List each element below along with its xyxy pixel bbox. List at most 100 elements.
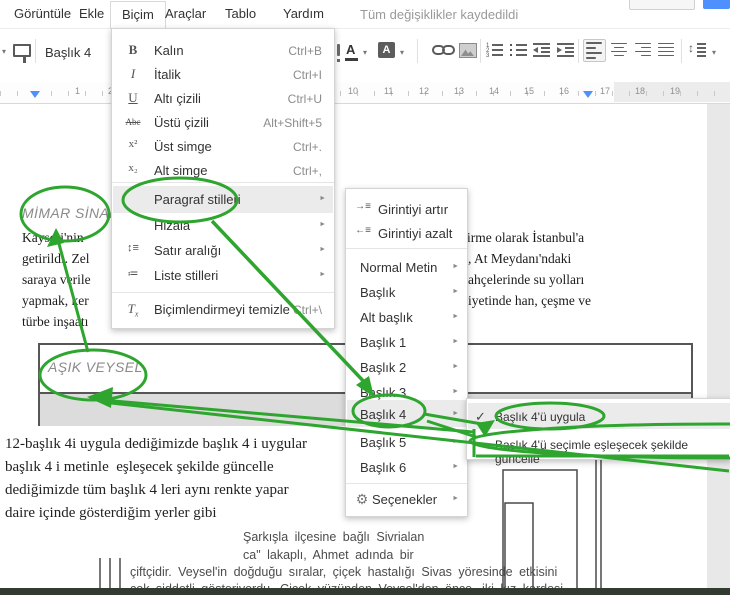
share-button[interactable] bbox=[703, 0, 730, 9]
ruler-number: 1 bbox=[75, 86, 81, 96]
format-menu: B Kalın Ctrl+B I İtalik Ctrl+I U Altı çi… bbox=[111, 28, 335, 329]
submenu-arrow-icon: ► bbox=[452, 263, 459, 270]
menu-item-baslik-5[interactable]: Başlık 5 ► bbox=[346, 432, 467, 454]
partial-icon-dot bbox=[337, 59, 340, 62]
comments-button[interactable] bbox=[629, 0, 695, 10]
menu-separator bbox=[112, 182, 334, 183]
menu-item-alt-simge[interactable]: x₂ Alt simge Ctrl+, bbox=[112, 160, 334, 182]
highlight-color-icon[interactable]: A bbox=[378, 42, 395, 58]
link-icon[interactable] bbox=[432, 45, 455, 55]
submenu-arrow-icon: ► bbox=[452, 463, 459, 470]
ruler-number: 16 bbox=[559, 86, 570, 96]
bulleted-list-icon[interactable] bbox=[510, 42, 527, 57]
submenu-arrow-icon: ► bbox=[452, 338, 459, 345]
menu-separator bbox=[346, 248, 467, 249]
menu-item-baslik4-uygula[interactable]: ✓ Başlık 4'ü uygula bbox=[467, 407, 730, 429]
image-icon[interactable] bbox=[459, 43, 477, 58]
ruler-number: 13 bbox=[454, 86, 465, 96]
menu-item-alti-cizili[interactable]: U Altı çizili Ctrl+U bbox=[112, 88, 334, 110]
menu-item-satir-araligi[interactable]: ↕≡ Satır aralığı ► bbox=[112, 240, 334, 262]
menu-goruntule[interactable]: Görüntüle bbox=[14, 6, 71, 21]
submenu-arrow-icon: ► bbox=[452, 410, 459, 417]
ruler-number: 15 bbox=[524, 86, 535, 96]
menu-item-baslik-3[interactable]: Başlık 3 ► bbox=[346, 382, 467, 404]
submenu-arrow-icon: ► bbox=[319, 195, 326, 202]
toolbar-separator bbox=[578, 39, 579, 63]
submenu-arrow-icon: ► bbox=[452, 495, 459, 502]
menu-item-paragraf-stilleri[interactable]: Paragraf stilleri ► bbox=[112, 189, 334, 211]
menu-separator bbox=[346, 483, 467, 484]
align-left-icon[interactable] bbox=[583, 39, 606, 62]
clear-formatting-icon: Tx bbox=[127, 301, 139, 319]
align-justify-icon[interactable] bbox=[658, 41, 675, 58]
align-center-icon[interactable] bbox=[610, 41, 627, 58]
menu-item-girintiyi-artir[interactable]: →≡ Girintiyi artır bbox=[346, 199, 467, 221]
align-right-icon[interactable] bbox=[634, 41, 651, 58]
menu-item-bicimlendirmeyi-temizle[interactable]: Tx Biçimlendirmeyi temizle Ctrl+\ bbox=[112, 299, 334, 321]
ruler-number: 14 bbox=[489, 86, 500, 96]
list-styles-icon: ≔ bbox=[127, 268, 139, 280]
menu-bicim[interactable]: Biçim bbox=[110, 1, 166, 30]
paint-format-icon[interactable] bbox=[13, 44, 31, 63]
ruler-number: 12 bbox=[419, 86, 430, 96]
ruler-number: 10 bbox=[348, 86, 359, 96]
menu-item-ustu-cizili[interactable]: Abc Üstü çizili Alt+Shift+5 bbox=[112, 112, 334, 134]
menu-item-normal-metin[interactable]: Normal Metin ► bbox=[346, 257, 467, 279]
submenu-arrow-icon: ► bbox=[452, 313, 459, 320]
underline-icon: U bbox=[128, 90, 138, 105]
menu-item-baslik-2[interactable]: Başlık 2 ► bbox=[346, 357, 467, 379]
submenu-arrow-icon: ► bbox=[452, 363, 459, 370]
menu-item-baslik4-guncelle[interactable]: Başlık 4'ü seçimle eşleşecek şekilde gün… bbox=[467, 435, 730, 466]
menu-item-baslik-1[interactable]: Başlık 1 ► bbox=[346, 332, 467, 354]
line-spacing-icon[interactable]: ↕ bbox=[688, 40, 706, 58]
menu-item-liste-stilleri[interactable]: ≔ Liste stilleri ► bbox=[112, 265, 334, 287]
menu-item-italik[interactable]: I İtalik Ctrl+I bbox=[112, 64, 334, 86]
strikethrough-icon: Abc bbox=[125, 117, 141, 127]
indent-icon[interactable] bbox=[557, 42, 574, 57]
bottom-bar bbox=[0, 588, 730, 595]
menu-ekle[interactable]: Ekle bbox=[79, 6, 104, 21]
heading4-menu: ✓ Başlık 4'ü uygula Başlık 4'ü seçimle e… bbox=[466, 398, 730, 466]
menu-item-baslik-4[interactable]: Başlık 4 ► bbox=[346, 404, 467, 426]
superscript-icon: x² bbox=[128, 138, 138, 150]
check-icon: ✓ bbox=[475, 409, 486, 424]
text-color-bar bbox=[345, 58, 358, 61]
style-selector[interactable]: Başlık 4 bbox=[45, 45, 91, 60]
google-docs-window: MİMAR SİNAN Kayseri'nin getirildi. Zel s… bbox=[0, 0, 730, 595]
line-spacing-menu-icon: ↕≡ bbox=[127, 242, 139, 254]
menu-item-kalin[interactable]: B Kalın Ctrl+B bbox=[112, 40, 334, 62]
text-color-icon[interactable]: A bbox=[346, 42, 355, 57]
save-status: Tüm değişiklikler kaydedildi bbox=[360, 7, 519, 22]
partial-icon bbox=[337, 44, 340, 56]
menu-item-ust-simge[interactable]: x² Üst simge Ctrl+. bbox=[112, 136, 334, 158]
submenu-arrow-icon: ► bbox=[319, 221, 326, 228]
toolbar-separator bbox=[681, 39, 682, 63]
indent-decrease-icon: ←≡ bbox=[355, 225, 371, 236]
menu-item-girintiyi-azalt[interactable]: ←≡ Girintiyi azalt bbox=[346, 223, 467, 245]
menu-item-secenekler[interactable]: ⚙ Seçenekler ► bbox=[346, 489, 467, 511]
line-spacing-caret[interactable]: ▾ bbox=[712, 48, 716, 57]
toolbar-separator bbox=[480, 39, 481, 63]
right-indent-marker[interactable] bbox=[583, 91, 593, 98]
outdent-icon[interactable] bbox=[533, 42, 550, 57]
paragraph-styles-menu: →≡ Girintiyi artır ←≡ Girintiyi azalt No… bbox=[345, 188, 468, 517]
left-indent-marker[interactable] bbox=[30, 91, 40, 98]
menu-item-alt-baslik[interactable]: Alt başlık ► bbox=[346, 307, 467, 329]
ruler-number: 18 bbox=[635, 86, 646, 96]
submenu-arrow-icon: ► bbox=[319, 246, 326, 253]
menu-separator bbox=[112, 292, 334, 293]
menu-item-baslik[interactable]: Başlık ► bbox=[346, 282, 467, 304]
indent-increase-icon: →≡ bbox=[355, 201, 371, 212]
menu-item-hizala[interactable]: Hizala ► bbox=[112, 215, 334, 237]
menu-araclar[interactable]: Araçlar bbox=[165, 6, 206, 21]
numbered-list-icon[interactable]: 123 bbox=[486, 42, 503, 59]
ruler-number: 17 bbox=[600, 86, 611, 96]
highlight-color-caret[interactable]: ▾ bbox=[400, 48, 404, 57]
toolbar-caret[interactable]: ▾ bbox=[2, 47, 6, 56]
toolbar-separator bbox=[417, 39, 418, 63]
text-color-caret[interactable]: ▾ bbox=[363, 48, 367, 57]
menu-item-baslik-6[interactable]: Başlık 6 ► bbox=[346, 457, 467, 479]
menu-tablo[interactable]: Tablo bbox=[225, 6, 256, 21]
ruler[interactable]: 1 2 9 10 11 12 13 14 15 16 17 18 19 bbox=[0, 82, 730, 104]
menu-yardim[interactable]: Yardım bbox=[283, 6, 324, 21]
